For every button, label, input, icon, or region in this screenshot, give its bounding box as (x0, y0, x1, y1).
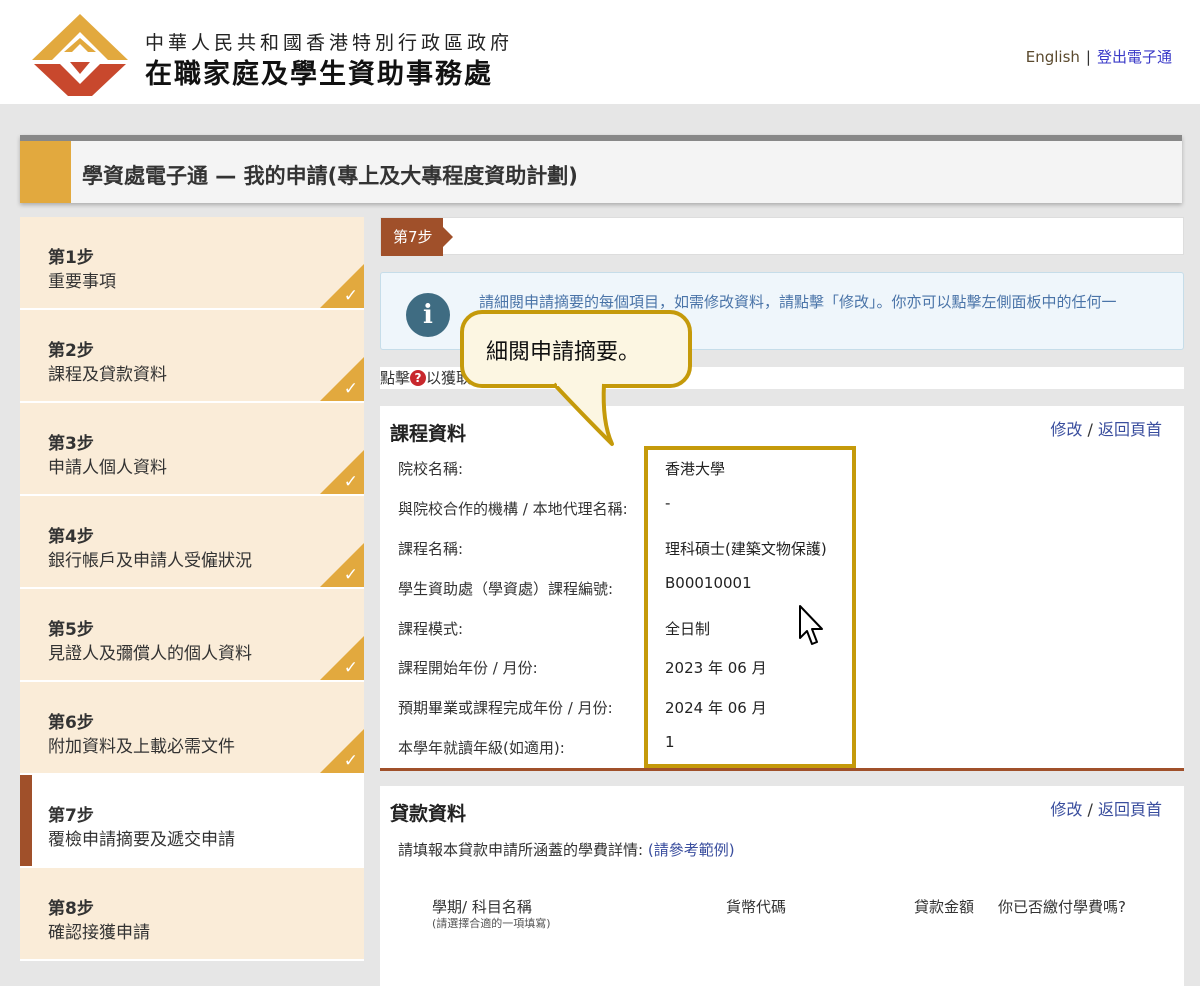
sidebar-step-6[interactable]: 第6步 附加資料及上載必需文件 ✓ (20, 682, 364, 775)
course-info-title: 課程資料 (390, 423, 467, 445)
step-number: 第2步 (48, 341, 94, 361)
loan-info-panel: 貸款資料 修改 / 返回頁首 請填報本貸款申請所涵蓋的學費詳情: (請參考範例)… (380, 786, 1184, 986)
checkmark-icon: ✓ (343, 472, 358, 492)
course-back-to-top-link[interactable]: 返回頁首 (1098, 420, 1162, 439)
field-label-start: 課程開始年份 / 月份: (398, 659, 538, 677)
course-info-panel: 課程資料 修改 / 返回頁首 院校名稱: 香港大學 與院校合作的機構 / 本地代… (380, 406, 1184, 771)
sidebar-step-2[interactable]: 第2步 課程及貸款資料 ✓ (20, 310, 364, 403)
sidebar-step-1[interactable]: 第1步 重要事項 ✓ (20, 217, 364, 310)
department-name: 在職家庭及學生資助事務處 (145, 59, 493, 90)
link-separator: | (1085, 48, 1091, 66)
step-number: 第5步 (48, 620, 94, 640)
sidebar-step-7[interactable]: 第7步 覆檢申請摘要及遞交申請 (20, 775, 364, 868)
step-label: 附加資料及上載必需文件 (48, 737, 235, 757)
info-text: 請細閱申請摘要的每個項目，如需修改資料，請點擊「修改」。你亦可以點擊左側面板中的… (479, 293, 1117, 311)
checkmark-icon: ✓ (343, 286, 358, 306)
step-number: 第3步 (48, 434, 94, 454)
department-logo-icon (32, 14, 128, 96)
callout-bubble: 細閱申請摘要。 (460, 310, 692, 388)
step-label: 銀行帳戶及申請人受僱狀況 (48, 551, 252, 571)
course-actions: 修改 / 返回頁首 (1050, 416, 1162, 440)
current-step-tag: 第7步 (381, 218, 453, 256)
field-label-course-code: 學生資助處（學資處）課程編號: (398, 580, 614, 598)
page-title: 學資處電子通 — 我的申請(專上及大專程度資助計劃) (82, 164, 578, 188)
loan-example-link[interactable]: (請參考範例) (648, 841, 735, 859)
step-label: 課程及貸款資料 (48, 365, 167, 385)
loan-info-title: 貸款資料 (390, 803, 467, 825)
active-step-indicator (20, 775, 32, 866)
step-number: 第6步 (48, 713, 94, 733)
help-question-icon[interactable]: ? (410, 370, 427, 386)
sidebar-step-5[interactable]: 第5步 見證人及彌償人的個人資料 ✓ (20, 589, 364, 682)
field-label-year: 本學年就讀年級(如適用): (398, 739, 565, 757)
field-label-mode: 課程模式: (398, 620, 464, 638)
checkmark-icon: ✓ (343, 379, 358, 399)
sidebar-step-3[interactable]: 第3步 申請人個人資料 ✓ (20, 403, 364, 496)
steps-sidebar: 第1步 重要事項 ✓ 第2步 課程及貸款資料 ✓ 第3步 申請人個人資料 ✓ 第… (20, 217, 364, 961)
checkmark-icon: ✓ (343, 565, 358, 585)
column-header-term: 學期/ 科目名稱 (432, 898, 532, 916)
step-number: 第7步 (48, 806, 94, 826)
site-header: 中華人民共和國香港特別行政區政府 在職家庭及學生資助事務處 English | 登出… (0, 0, 1200, 104)
checkmark-icon: ✓ (343, 658, 358, 678)
government-name: 中華人民共和國香港特別行政區政府 (145, 32, 514, 54)
step-label: 申請人個人資料 (48, 458, 167, 478)
callout-tail (552, 382, 614, 446)
field-label-end: 預期畢業或課程完成年份 / 月份: (398, 699, 613, 717)
loan-back-to-top-link[interactable]: 返回頁首 (1098, 800, 1162, 819)
column-header-amount: 貸款金額 (914, 898, 975, 916)
page-title-bar: 學資處電子通 — 我的申請(專上及大專程度資助計劃) (20, 135, 1182, 203)
top-links: English | 登出電子通 (1026, 46, 1172, 67)
checkmark-icon: ✓ (343, 751, 358, 771)
step-number: 第1步 (48, 248, 94, 268)
english-link[interactable]: English (1026, 48, 1080, 66)
column-header-paid: 你已否繳付學費嗎? (998, 898, 1126, 916)
field-label-institution: 院校名稱: (398, 460, 464, 478)
sidebar-step-8[interactable]: 第8步 確認接獲申請 (20, 868, 364, 961)
step-label: 確認接獲申請 (48, 923, 150, 943)
column-header-currency: 貨幣代碼 (726, 898, 787, 916)
loan-edit-link[interactable]: 修改 (1050, 800, 1082, 819)
sidebar-step-4[interactable]: 第4步 銀行帳戶及申請人受僱狀況 ✓ (20, 496, 364, 589)
step-label: 見證人及彌償人的個人資料 (48, 644, 252, 664)
current-step-banner: 第7步 (380, 217, 1184, 256)
field-label-course-name: 課程名稱: (398, 540, 464, 558)
field-label-partner: 與院校合作的機構 / 本地代理名稱: (398, 500, 628, 518)
step-label: 覆檢申請摘要及遞交申請 (48, 830, 235, 850)
loan-actions: 修改 / 返回頁首 (1050, 796, 1162, 820)
course-edit-link[interactable]: 修改 (1050, 420, 1082, 439)
action-separator: / (1082, 420, 1098, 439)
step-number: 第8步 (48, 899, 94, 919)
step-number: 第4步 (48, 527, 94, 547)
callout-text: 細閱申請摘要。 (486, 340, 641, 365)
info-icon: i (406, 293, 450, 337)
title-accent (20, 141, 71, 203)
step-label: 重要事項 (48, 272, 116, 292)
help-prefix: 點擊 (380, 369, 411, 387)
loan-intro: 請填報本貸款申請所涵蓋的學費詳情: (請參考範例) (398, 839, 735, 860)
logout-link[interactable]: 登出電子通 (1097, 48, 1172, 66)
mouse-cursor-icon (799, 605, 823, 645)
column-subheader-term: (請選擇合適的一項填寫) (432, 917, 551, 930)
action-separator: / (1082, 800, 1098, 819)
loan-intro-text: 請填報本貸款申請所涵蓋的學費詳情: (398, 841, 644, 859)
